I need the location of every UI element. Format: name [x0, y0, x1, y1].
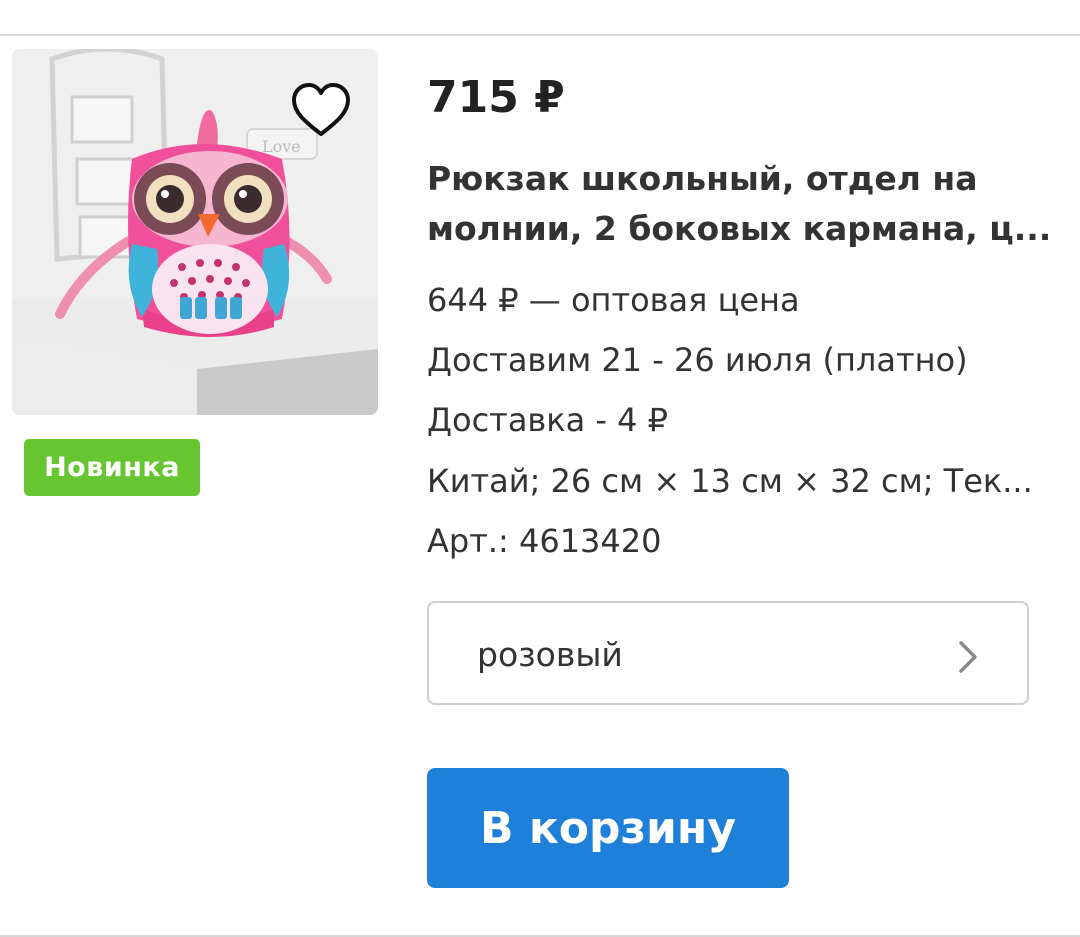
article-number: Арт.: 4613420: [427, 522, 662, 560]
heart-outline-icon: [292, 83, 350, 136]
chevron-right-icon: [955, 637, 983, 677]
product-title[interactable]: Рюкзак школьный, отдел на молнии, 2 боко…: [427, 154, 1052, 254]
favorite-button[interactable]: [290, 81, 352, 139]
new-badge: Новинка: [24, 439, 200, 496]
top-divider: [0, 34, 1080, 36]
product-title-line-2: молнии, 2 боковых кармана, ц...: [427, 209, 1052, 248]
add-to-cart-button[interactable]: В корзину: [427, 768, 789, 888]
product-title-line-1: Рюкзак школьный, отдел на: [427, 159, 978, 198]
color-select[interactable]: розовый: [427, 601, 1029, 705]
product-price: 715 ₽: [427, 72, 565, 123]
product-specs: Китай; 26 см × 13 см × 32 см; Тек...: [427, 462, 1033, 500]
delivery-cost: Доставка - 4 ₽: [427, 401, 668, 439]
color-select-value: розовый: [477, 635, 623, 674]
product-image[interactable]: Love: [12, 49, 378, 415]
delivery-dates: Доставим 21 - 26 июля (платно): [427, 341, 968, 379]
svg-text:Love: Love: [262, 137, 301, 156]
wholesale-price: 644 ₽ — оптовая цена: [427, 281, 800, 319]
